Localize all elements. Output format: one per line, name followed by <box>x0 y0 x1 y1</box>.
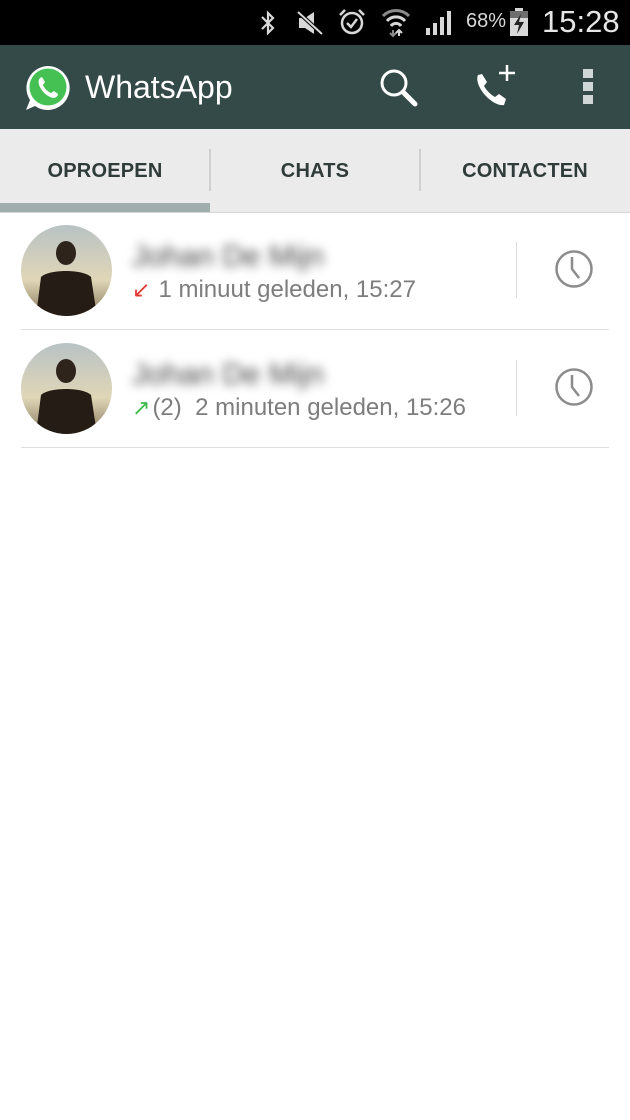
alarm-icon <box>339 9 365 35</box>
tab-oproepen[interactable]: OPROEPEN <box>0 129 210 212</box>
call-details: ↗(2) 2 minuten geleden, 15:26 <box>132 394 466 422</box>
search-icon[interactable] <box>378 67 420 109</box>
call-time: 1 minuut geleden, 15:27 <box>158 276 416 303</box>
call-history-clock-icon[interactable] <box>553 366 595 408</box>
new-call-icon[interactable] <box>472 63 520 109</box>
bluetooth-icon <box>261 10 275 36</box>
call-time: 2 minuten geleden, 15:26 <box>195 394 467 421</box>
call-count: (2) <box>152 394 182 421</box>
tab-bar: OPROEPEN CHATS CONTACTEN <box>0 129 630 213</box>
app-bar: WhatsApp <box>0 45 630 129</box>
status-bar: 68% 15:28 <box>0 0 630 45</box>
tab-contacten[interactable]: CONTACTEN <box>420 129 630 212</box>
avatar[interactable] <box>21 225 112 316</box>
avatar[interactable] <box>21 343 112 434</box>
overflow-menu-icon[interactable] <box>580 67 596 107</box>
app-title: WhatsApp <box>85 69 233 105</box>
clock-time: 15:28 <box>542 4 620 39</box>
row-divider <box>516 360 517 416</box>
contact-name: Johan De Mijn <box>132 358 324 391</box>
missed-incoming-call-icon: ↙ <box>132 277 151 302</box>
outgoing-call-icon: ↗ <box>132 395 151 420</box>
whatsapp-logo-icon <box>26 66 70 110</box>
call-details: ↙ 1 minuut geleden, 15:27 <box>132 276 416 304</box>
signal-icon <box>426 11 451 35</box>
call-row[interactable]: Johan De Mijn ↗(2) 2 minuten geleden, 15… <box>0 330 630 448</box>
row-separator <box>21 447 609 448</box>
call-row[interactable]: Johan De Mijn ↙ 1 minuut geleden, 15:27 <box>0 212 630 330</box>
active-tab-indicator <box>0 203 210 212</box>
call-history-clock-icon[interactable] <box>553 248 595 290</box>
battery-charging-icon <box>510 8 528 36</box>
contact-name: Johan De Mijn <box>132 240 324 273</box>
wifi-icon <box>381 9 411 38</box>
row-divider <box>516 242 517 298</box>
mute-icon <box>296 10 324 36</box>
tab-chats[interactable]: CHATS <box>210 129 420 212</box>
battery-percent: 68% <box>466 10 507 32</box>
